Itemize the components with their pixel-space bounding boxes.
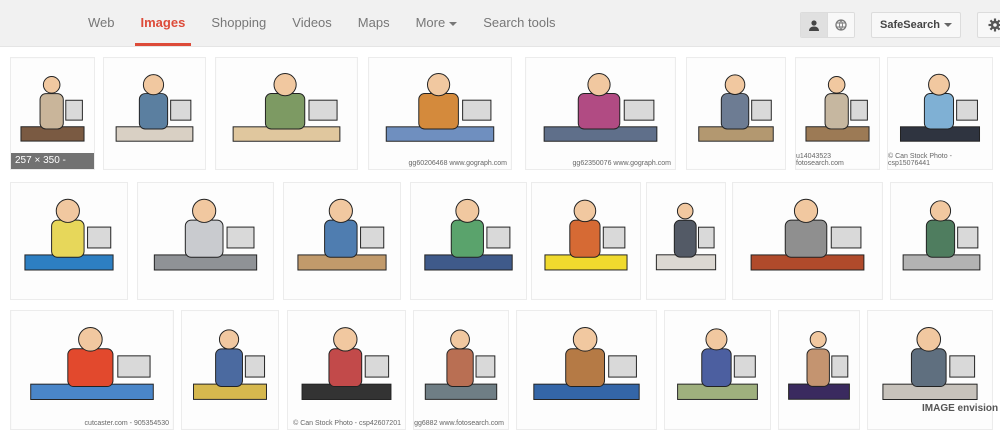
chevron-down-icon <box>449 21 458 26</box>
image-result-tile[interactable]: cutcaster.com - 905354530 <box>10 310 174 430</box>
image-result-tile[interactable]: 257 × 350 - clipartlog... <box>10 57 95 170</box>
chevron-down-icon <box>943 23 952 27</box>
clipart-image <box>369 58 511 169</box>
person-icon <box>809 20 819 31</box>
image-result-tile[interactable]: gg62350076 www.gograph.com <box>525 57 676 170</box>
image-result-tile[interactable]: © Can Stock Photo - csp15076441 <box>887 57 993 170</box>
top-navigation-bar: Web Images Shopping Videos Maps More Sea… <box>0 0 1000 47</box>
clipart-image <box>647 183 725 299</box>
search-type-tabs: Web Images Shopping Videos Maps More Sea… <box>88 0 581 46</box>
clipart-image <box>665 311 770 429</box>
tab-maps[interactable]: Maps <box>358 0 390 46</box>
results-tools: SafeSearch <box>800 12 1000 38</box>
image-result-tile[interactable] <box>646 182 726 300</box>
image-caption: 257 × 350 - clipartlog... <box>11 153 94 169</box>
results-scope-toggle <box>800 12 855 38</box>
clipart-image <box>411 183 526 299</box>
image-result-tile[interactable] <box>890 182 993 300</box>
image-result-tile[interactable] <box>283 182 401 300</box>
safesearch-dropdown[interactable]: SafeSearch <box>871 12 961 38</box>
image-result-tile[interactable] <box>215 57 358 170</box>
image-watermark: gg62350076 www.gograph.com <box>572 160 671 167</box>
clipart-image <box>284 183 400 299</box>
image-result-tile[interactable] <box>181 310 279 430</box>
tab-maps-label: Maps <box>357 15 390 30</box>
image-result-tile[interactable]: gg60206468 www.gograph.com <box>368 57 512 170</box>
clipart-image <box>532 183 640 299</box>
image-result-tile[interactable] <box>732 182 883 300</box>
clipart-image <box>288 311 405 429</box>
more-menu[interactable]: More <box>416 0 458 46</box>
image-result-tile[interactable] <box>664 310 771 430</box>
image-watermark: cutcaster.com - 905354530 <box>84 420 169 427</box>
gear-icon <box>988 18 1000 32</box>
image-watermark: © Can Stock Photo - csp15076441 <box>888 153 952 167</box>
image-watermark: gg60206468 www.gograph.com <box>408 160 507 167</box>
clipart-image <box>517 311 656 429</box>
globe-icon <box>835 19 847 31</box>
clipart-image <box>138 183 273 299</box>
tab-videos[interactable]: Videos <box>292 0 332 46</box>
search-tools-button[interactable]: Search tools <box>483 0 555 46</box>
tab-shopping-label: Shopping <box>211 15 267 30</box>
clipart-image <box>11 183 127 299</box>
clipart-image <box>733 183 882 299</box>
image-result-tile[interactable] <box>410 182 527 300</box>
image-watermark: gg6882 www.fotosearch.com <box>414 420 504 427</box>
image-watermark: © Can Stock Photo - csp42607201 <box>293 420 401 427</box>
more-menu-label: More <box>415 15 446 30</box>
image-result-tile[interactable] <box>103 57 206 170</box>
clipart-image <box>779 311 859 429</box>
image-result-tile[interactable]: u14043523 fotosearch.com <box>795 57 880 170</box>
clipart-image <box>414 311 508 429</box>
image-result-tile[interactable] <box>516 310 657 430</box>
clipart-image <box>104 58 205 169</box>
tab-images-label: Images <box>140 15 186 30</box>
safesearch-label: SafeSearch <box>880 19 940 31</box>
settings-button[interactable] <box>976 12 1000 38</box>
tab-images[interactable]: Images <box>134 0 192 46</box>
image-result-tile[interactable] <box>778 310 860 430</box>
image-result-tile[interactable] <box>531 182 641 300</box>
image-envision-logo: IMAGE envision <box>922 403 999 414</box>
image-result-tile[interactable] <box>10 182 128 300</box>
search-tools-label: Search tools <box>483 15 556 30</box>
image-result-tile[interactable] <box>137 182 274 300</box>
image-result-tile[interactable] <box>686 57 786 170</box>
clipart-image <box>216 58 357 169</box>
image-result-tile[interactable]: © Can Stock Photo - csp42607201 <box>287 310 406 430</box>
global-results-button[interactable] <box>828 13 854 37</box>
clipart-image <box>182 311 278 429</box>
image-result-tile[interactable]: gg6882 www.fotosearch.com <box>413 310 509 430</box>
personal-results-button[interactable] <box>801 13 828 37</box>
clipart-image <box>526 58 675 169</box>
tab-shopping[interactable]: Shopping <box>211 0 266 46</box>
tab-web[interactable]: Web <box>88 0 115 46</box>
clipart-image <box>891 183 992 299</box>
image-watermark: u14043523 fotosearch.com <box>796 153 844 167</box>
clipart-image <box>11 311 173 429</box>
tab-web-label: Web <box>88 15 115 30</box>
tab-videos-label: Videos <box>292 15 332 30</box>
clipart-image <box>687 58 785 169</box>
